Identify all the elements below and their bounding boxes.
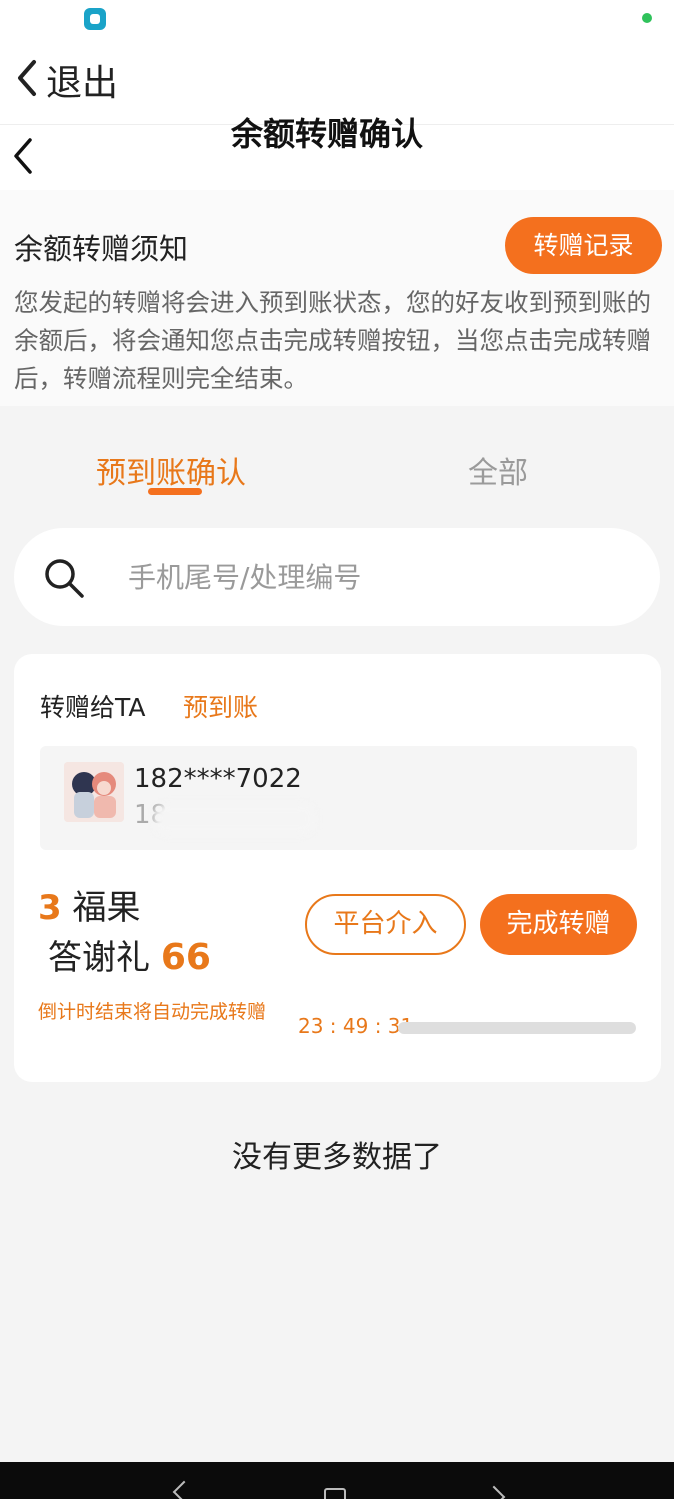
transfer-card: 转赠给TA 预到账 182****7022 18 3 福果 答谢礼 66 平台介… — [14, 654, 661, 1082]
tab-all[interactable]: 全部 — [468, 448, 528, 492]
active-tab-indicator — [148, 488, 202, 495]
search-input[interactable] — [128, 552, 628, 602]
recipient-info: 182****7022 18 — [40, 746, 637, 850]
amount-unit: 福果 — [72, 888, 141, 928]
system-back-icon[interactable] — [172, 1480, 196, 1499]
search-bar — [14, 528, 660, 626]
transfer-notice: 余额转赠须知 转赠记录 您发起的转赠将会进入预到账状态，您的好友收到预到账的余额… — [0, 190, 674, 406]
system-home-icon[interactable] — [324, 1488, 346, 1499]
tab-bar: 预到账确认 全部 — [0, 430, 674, 510]
back-arrow-icon[interactable] — [10, 135, 36, 181]
page-header: 余额转赠确认 — [0, 115, 674, 190]
countdown-timer: 23 : 49 : 31 — [298, 1014, 414, 1038]
thanks-gift: 答谢礼 66 — [48, 930, 211, 979]
status-indicator-dot — [642, 13, 652, 23]
complete-transfer-button[interactable]: 完成转赠 — [480, 894, 637, 955]
no-more-data: 没有更多数据了 — [232, 1140, 442, 1175]
page-title: 余额转赠确认 — [230, 115, 423, 153]
tab-pending-confirm[interactable]: 预到账确认 — [96, 448, 246, 492]
notice-body: 您发起的转赠将会进入预到账状态，您的好友收到预到账的余额后，将会通知您点击完成转… — [14, 288, 651, 393]
notice-title: 余额转赠须知 — [14, 232, 189, 266]
transfer-amount: 3 福果 — [38, 880, 140, 929]
exit-button[interactable]: 退出 — [46, 54, 118, 106]
system-nav-bar — [0, 1462, 674, 1499]
thanks-label: 答谢礼 — [48, 938, 150, 978]
app-notification-icon — [84, 8, 106, 30]
recipient-phone: 182****7022 — [134, 764, 302, 794]
avatar — [64, 762, 124, 822]
system-recent-icon[interactable] — [482, 1485, 506, 1499]
platform-intervene-button[interactable]: 平台介入 — [305, 894, 466, 955]
amount-value: 3 — [38, 888, 62, 928]
countdown-note: 倒计时结束将自动完成转赠 — [38, 1001, 267, 1023]
thanks-value: 66 — [160, 937, 211, 978]
status-bar — [0, 0, 674, 42]
status-badge: 预到账 — [183, 693, 259, 722]
recipient-label: 转赠给TA — [40, 693, 146, 722]
countdown-progress-bar — [398, 1022, 636, 1034]
transfer-record-button[interactable]: 转赠记录 — [505, 217, 662, 274]
phone-blur-mask — [154, 804, 314, 834]
chevron-left-icon[interactable] — [14, 58, 40, 102]
search-icon — [42, 556, 86, 604]
